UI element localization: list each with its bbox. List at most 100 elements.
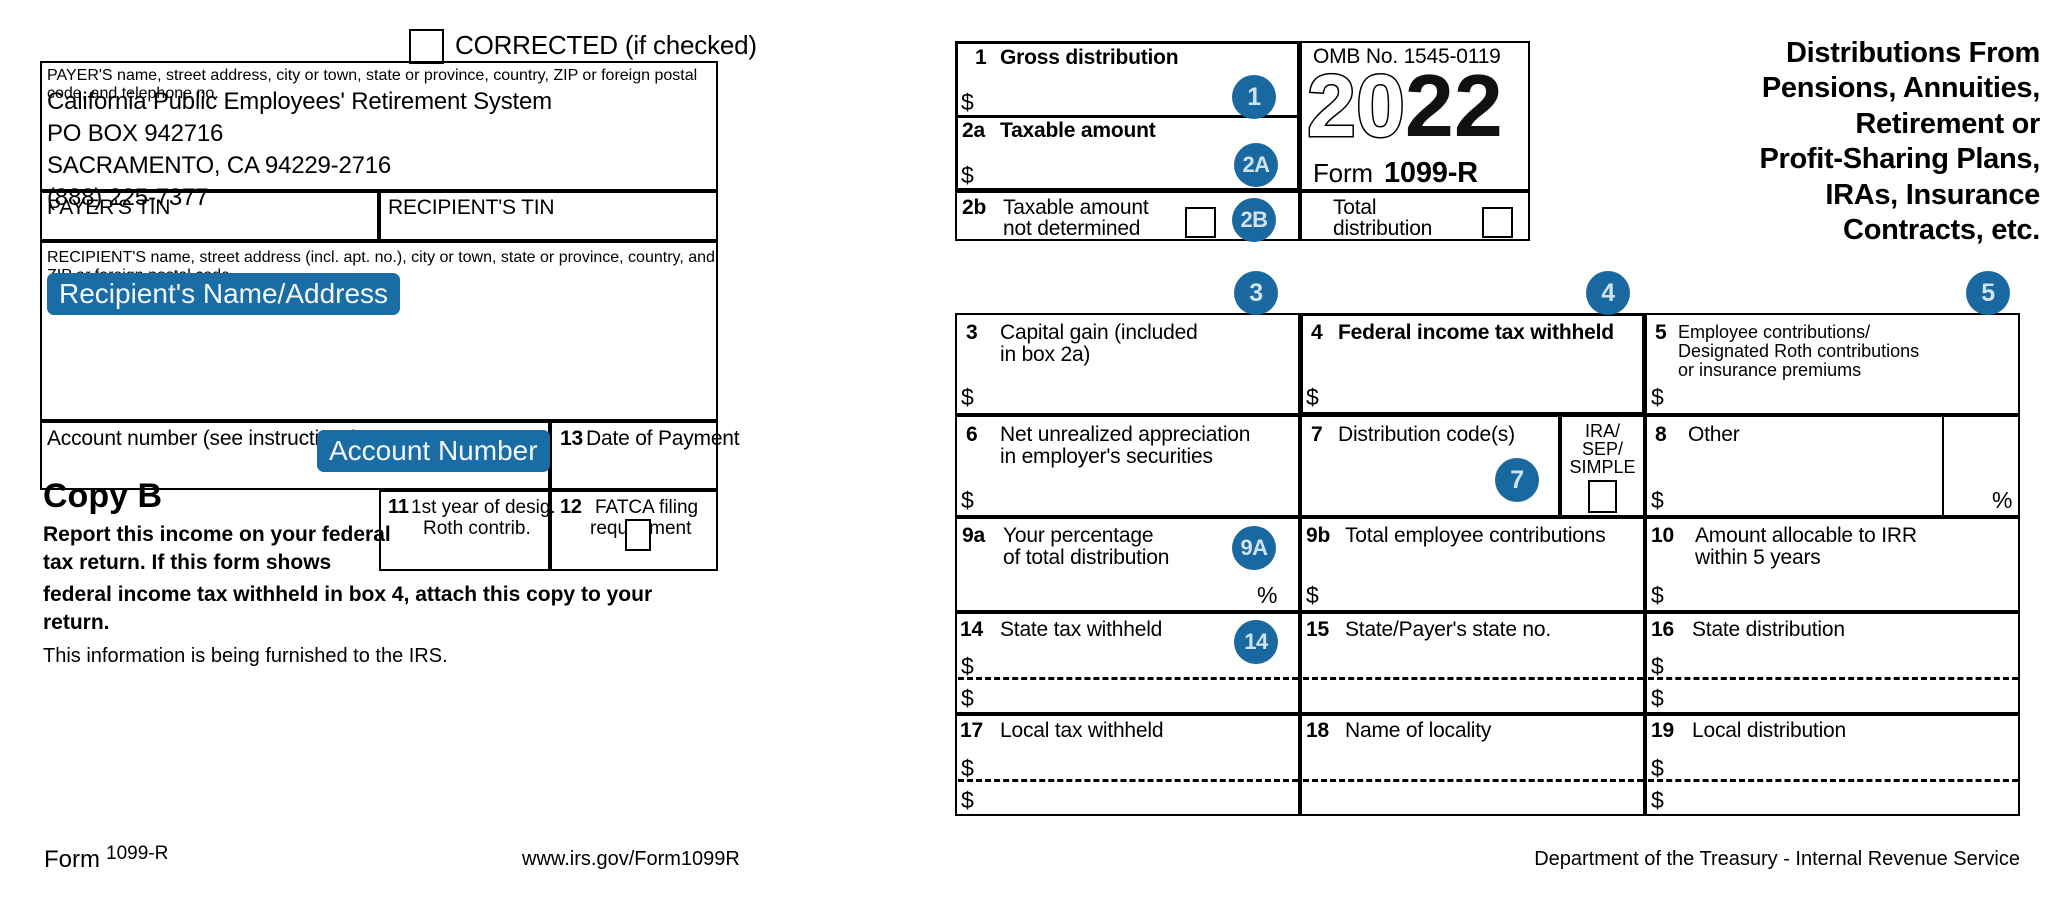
box-1-badge: 1: [1232, 75, 1276, 119]
box-9a-label-line2: of total distribution: [1003, 546, 1170, 569]
box-7-number: 7: [1311, 423, 1323, 446]
corrected-checkbox[interactable]: [409, 29, 444, 64]
box-19-dashed-divider: [1648, 779, 2018, 782]
form-title-line-1: Distributions From: [1786, 37, 2040, 69]
box-18-number: 18: [1306, 719, 1329, 742]
box-4-badge: 4: [1586, 271, 1630, 315]
form-title-line-3: Retirement or: [1855, 107, 2040, 140]
box-9a-label-line1: Your percentage: [1003, 524, 1154, 547]
box-2b-checkbox[interactable]: [1185, 207, 1216, 238]
box-17-dollar-sign-1: $: [961, 755, 974, 781]
box-9a-badge: 9A: [1232, 526, 1276, 570]
box-14-badge: 14: [1234, 620, 1278, 664]
box-2a-label: Taxable amount: [1000, 119, 1156, 142]
box-2a-dollar-sign: $: [961, 162, 974, 188]
box-4-dollar-sign: $: [1306, 384, 1319, 410]
box-19-dollar-sign-1: $: [1651, 755, 1664, 781]
box-16-dollar-sign-2: $: [1651, 685, 1664, 711]
box-9a-percent-sign: %: [1257, 582, 1278, 608]
tax-year-first-half: 20: [1306, 56, 1407, 155]
box-3-label-line2: in box 2a): [1000, 343, 1091, 366]
box-8-number: 8: [1655, 423, 1667, 446]
copy-b-heading: Copy B: [43, 477, 162, 515]
box-10-number: 10: [1651, 524, 1674, 547]
box-2b-number: 2b: [962, 196, 987, 219]
box-18-label: Name of locality: [1345, 719, 1492, 742]
box-5-number: 5: [1655, 321, 1667, 344]
box-8-label: Other: [1688, 423, 1740, 446]
corrected-label: CORRECTED (if checked): [455, 30, 757, 60]
copy-b-line-3: federal income tax withheld in box 4, at…: [43, 582, 653, 634]
box-9b-dollar-sign: $: [1306, 582, 1319, 608]
account-number-label: Account number (see instructions): [47, 427, 360, 450]
box-3-number: 3: [966, 321, 978, 344]
form-title-line-6: Contracts, etc.: [1843, 213, 2040, 246]
box-5-badge: 5: [1966, 271, 2010, 315]
form-title-line-2: Pensions, Annuities,: [1761, 72, 2040, 105]
box-10-label-line1: Amount allocable to IRR: [1695, 524, 1917, 547]
box-8-dollar-sign: $: [1651, 487, 1664, 513]
box-8-percent-divider: [1942, 415, 1944, 517]
box-5-label-line2: Designated Roth contributions: [1678, 341, 1920, 361]
account-number-chip[interactable]: Account Number: [317, 430, 550, 472]
box-17-dashed-divider: [958, 779, 1298, 782]
box-13-label: Date of Payment: [586, 427, 740, 450]
total-distribution-checkbox[interactable]: [1482, 207, 1513, 238]
recipient-tin-label: RECIPIENT'S TIN: [388, 196, 555, 219]
form-title-line-5: IRAs, Insurance: [1825, 178, 2040, 211]
box-9b-label: Total employee contributions: [1345, 524, 1606, 547]
payer-line-2: PO BOX 942716: [47, 119, 224, 147]
form-title: Distributions From Pensions, Annuities, …: [1540, 36, 2040, 248]
form-1099r-page: CORRECTED (if checked) PAYER'S name, str…: [0, 0, 2057, 897]
box-14-dashed-divider: [958, 677, 1298, 680]
footer-url[interactable]: www.irs.gov/Form1099R: [522, 848, 740, 871]
box-17-number: 17: [960, 719, 983, 742]
box-6-label-line2: in employer's securities: [1000, 445, 1213, 468]
box-8-percent-sign: %: [1992, 487, 2013, 513]
tax-year-second-half: 22: [1404, 56, 1503, 155]
copy-b-block: Copy B Report this income on your federa…: [43, 477, 713, 669]
box-10-dollar-sign: $: [1651, 582, 1664, 608]
ira-label-line3: SIMPLE: [1569, 457, 1636, 477]
box-3-label-line1: Capital gain (included: [1000, 321, 1198, 344]
box-2a-badge: 2A: [1234, 143, 1278, 187]
box-17-dollar-sign-2: $: [961, 787, 974, 813]
box-19-label: Local distribution: [1692, 719, 1846, 742]
box-9b-number: 9b: [1306, 524, 1331, 547]
box-6-dollar-sign: $: [961, 487, 974, 513]
ira-sep-simple-checkbox[interactable]: [1588, 480, 1617, 513]
box-19-dollar-sign-2: $: [1651, 787, 1664, 813]
box-16-label: State distribution: [1692, 618, 1845, 641]
payer-line-1: California Public Employees' Retirement …: [47, 88, 552, 115]
box-9a-number: 9a: [962, 524, 985, 547]
box-1-label: Gross distribution: [1000, 46, 1179, 69]
box-3-dollar-sign: $: [961, 384, 974, 410]
box-16-number: 16: [1651, 618, 1674, 641]
copy-b-line-1: Report this income on your federal: [43, 523, 391, 547]
box-2a-number: 2a: [962, 119, 985, 142]
box-4-number: 4: [1311, 321, 1323, 344]
tax-year: 20 22: [1306, 56, 1503, 155]
box-5-dollar-sign: $: [1651, 384, 1664, 410]
total-distribution-label-line1: Total: [1333, 196, 1377, 219]
box-16-dashed-divider: [1648, 677, 2018, 680]
box-16-dollar-sign-1: $: [1651, 653, 1664, 679]
box-14-dollar-sign-2: $: [961, 685, 974, 711]
footer-form-word: Form: [44, 846, 100, 873]
box-1-dollar-sign: $: [961, 89, 974, 115]
payer-tin-label: PAYER'S TIN: [47, 196, 171, 219]
box-14-dollar-sign-1: $: [961, 653, 974, 679]
form-number: 1099-R: [1384, 157, 1478, 189]
box-6-label-line1: Net unrealized appreciation: [1000, 423, 1251, 446]
box-18-dashed-divider: [1303, 779, 1643, 782]
recipient-name-address-chip[interactable]: Recipient's Name/Address: [47, 273, 401, 315]
box-19-number: 19: [1651, 719, 1674, 742]
box-4-label: Federal income tax withheld: [1338, 321, 1614, 344]
box-3-badge: 3: [1234, 271, 1278, 315]
box-1-number: 1: [975, 46, 987, 69]
box-15-number: 15: [1306, 618, 1329, 641]
box-7-badge: 7: [1495, 458, 1539, 502]
form-word: Form: [1313, 158, 1373, 188]
box-2b-badge: 2B: [1232, 198, 1276, 242]
box-14-label: State tax withheld: [1000, 618, 1163, 641]
